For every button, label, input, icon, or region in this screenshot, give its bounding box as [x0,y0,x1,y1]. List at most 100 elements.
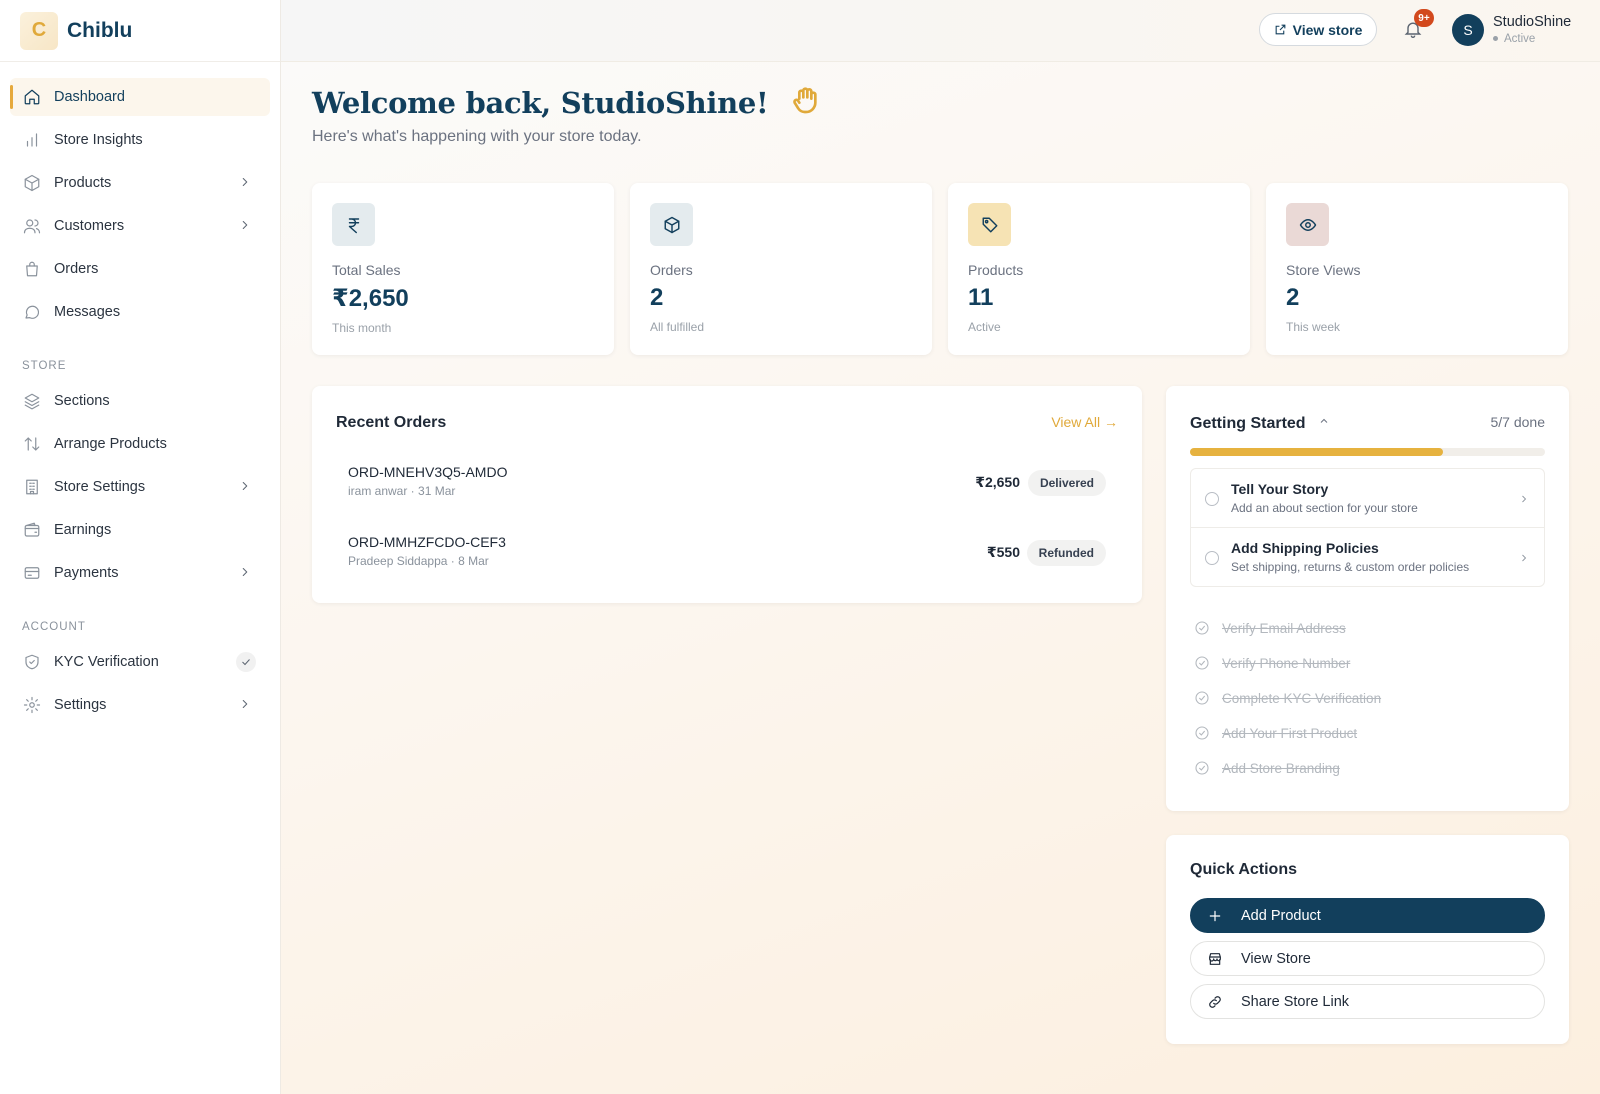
layers-icon [23,392,41,410]
chevron-right-icon [1518,492,1530,504]
waving-hand-icon [790,84,822,123]
rupee-icon [332,203,375,246]
sidebar-item-messages[interactable]: Messages [10,293,270,331]
message-icon [23,303,41,321]
stat-value: 11 [968,284,994,311]
notification-badge: 9+ [1414,9,1434,27]
progress-count: 5/7 done [1490,414,1546,430]
status-badge: Delivered [1027,470,1106,496]
chevron-up-icon [1318,414,1330,432]
stat-value: 2 [650,284,664,311]
sidebar-item-products[interactable]: Products [10,164,270,202]
sidebar-item-earnings[interactable]: Earnings [10,511,270,549]
sidebar-item-kyc-verification[interactable]: KYC Verification [10,643,270,681]
task-title: Tell Your Story [1231,481,1329,497]
sidebar-item-dashboard[interactable]: Dashboard [10,78,270,116]
sidebar-item-orders[interactable]: Orders [10,250,270,288]
order-id: ORD-MNEHV3Q5-AMDO [348,464,508,480]
verified-check-icon [236,652,256,672]
sidebar: C Chiblu Dashboard Store Insights Produc… [0,0,281,1094]
stat-card-products: Products 11 Active [948,183,1250,355]
users-icon [23,217,41,235]
completed-task: Complete KYC Verification [1194,688,1381,708]
brand-logo: C [20,11,58,50]
completed-task: Verify Email Address [1194,618,1346,638]
box-icon [23,174,41,192]
view-all-link[interactable]: View All → [1051,414,1118,430]
order-id: ORD-MMHZFCDO-CEF3 [348,534,506,550]
order-row[interactable]: ORD-MNEHV3Q5-AMDO iram anwar · 31 Mar ₹2… [336,456,1118,516]
stat-card-orders: Orders 2 All fulfilled [630,183,932,355]
chevron-right-icon [238,565,252,579]
sidebar-item-label: Messages [54,304,121,320]
avatar[interactable]: S [1452,14,1484,46]
sidebar-item-store-insights[interactable]: Store Insights [10,121,270,159]
credit-card-icon [23,564,41,582]
welcome-text: Welcome back, StudioShine! [312,86,769,120]
check-circle-icon [1195,621,1209,635]
task-tell-your-story[interactable]: Tell Your Story Add an about section for… [1190,468,1545,528]
box-icon [650,203,693,246]
section-label-account: ACCOUNT [22,621,86,633]
stat-sub: All fulfilled [650,320,705,334]
shield-icon [23,653,41,671]
status-badge: Refunded [1026,540,1106,566]
sidebar-item-settings[interactable]: Settings [10,686,270,724]
sidebar-item-label: Store Settings [54,479,146,495]
recent-orders-card: Recent Orders View All → ORD-MNEHV3Q5-AM… [312,386,1142,603]
order-meta: Pradeep Siddappa · 8 Mar [348,554,489,568]
stat-label: Store Views [1286,262,1361,278]
user-status: Active [1493,33,1535,45]
add-product-button[interactable]: Add Product [1190,898,1545,933]
sort-arrows-icon [23,435,41,453]
sidebar-item-label: Products [54,175,112,191]
chevron-right-icon [238,479,252,493]
sidebar-item-sections[interactable]: Sections [10,382,270,420]
check-circle-icon [1195,726,1209,740]
task-desc: Set shipping, returns & custom order pol… [1231,560,1470,574]
order-meta: iram anwar · 31 Mar [348,484,456,498]
button-label: Share Store Link [1241,993,1350,1010]
stat-label: Products [968,262,1024,278]
view-store-action-button[interactable]: View Store [1190,941,1545,976]
stat-card-store-views: Store Views 2 This week [1266,183,1568,355]
order-amount: ₹2,650 [975,474,1020,490]
stat-sub: This month [332,321,392,335]
sidebar-item-arrange-products[interactable]: Arrange Products [10,425,270,463]
progress-fill [1190,448,1444,456]
user-name[interactable]: StudioShine [1493,14,1571,30]
completed-task-label: Verify Email Address [1222,620,1346,636]
sidebar-item-payments[interactable]: Payments [10,554,270,592]
share-store-link-button[interactable]: Share Store Link [1190,984,1545,1019]
order-amount: ₹550 [986,544,1020,560]
chevron-right-icon [238,218,252,232]
order-row[interactable]: ORD-MMHZFCDO-CEF3 Pradeep Siddappa · 8 M… [336,526,1118,586]
stat-label: Total Sales [332,262,401,278]
completed-task: Add Store Branding [1194,758,1340,778]
button-label: Add Product [1241,907,1321,924]
section-label-store: STORE [22,360,67,372]
sidebar-item-label: Orders [54,261,99,277]
chevron-right-icon [238,175,252,189]
sidebar-item-customers[interactable]: Customers [10,207,270,245]
external-link-icon [1275,24,1285,35]
view-store-button[interactable]: View store [1259,13,1377,46]
page-subtitle: Here's what's happening with your store … [312,128,642,145]
task-add-shipping-policies[interactable]: Add Shipping Policies Set shipping, retu… [1190,527,1545,587]
stat-sub: Active [968,320,1001,334]
radio-icon [1205,492,1219,506]
check-circle-icon [1195,761,1209,775]
getting-started-header[interactable]: Getting Started [1190,414,1330,433]
building-icon [23,478,41,496]
getting-started-title: Getting Started [1190,415,1306,432]
stat-value: ₹2,650 [332,285,409,312]
sidebar-item-store-settings[interactable]: Store Settings [10,468,270,506]
bar-chart-icon [23,131,41,149]
sidebar-item-label: Store Insights [54,132,143,148]
completed-task-label: Add Store Branding [1222,760,1340,776]
completed-task-label: Complete KYC Verification [1222,690,1382,706]
sidebar-item-label: Payments [54,565,119,581]
radio-icon [1205,551,1219,565]
progress-bar [1190,448,1545,456]
brand[interactable]: C Chiblu [0,0,280,62]
